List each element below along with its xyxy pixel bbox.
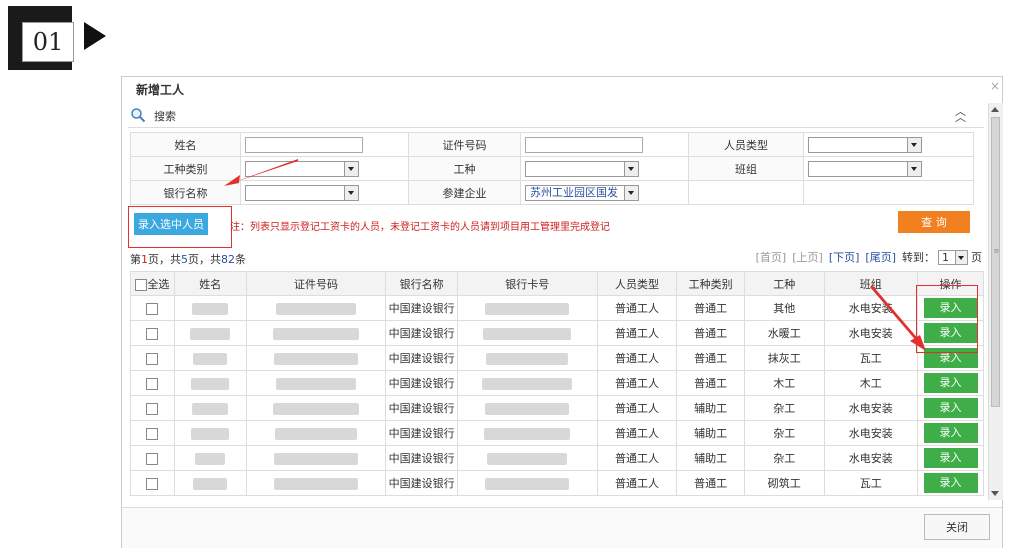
add-worker-dialog: 新增工人 × 搜索 ︿ ︿ 姓名 证件号码 人员类型 工种类别 工种 班组 银行… (121, 76, 1003, 548)
close-button[interactable]: 关闭 (924, 514, 990, 540)
annotation-arrow-head (224, 175, 240, 186)
dialog-content: 搜索 ︿ ︿ 姓名 证件号码 人员类型 工种类别 工种 班组 银行名称 参建企业… (128, 103, 984, 500)
play-arrow-icon (84, 22, 106, 50)
annotation-arrow-head (910, 335, 926, 351)
annotation-arrow (232, 159, 298, 183)
annotation-arrow (870, 285, 920, 343)
step-number: 01 (22, 22, 74, 62)
dialog-footer: 关闭 (122, 507, 1002, 548)
scroll-thumb[interactable]: ≡ (991, 117, 1000, 407)
vertical-scrollbar[interactable]: ≡ (988, 103, 1003, 500)
close-icon[interactable]: × (990, 79, 1000, 93)
step-badge: 01 (8, 6, 74, 70)
scroll-up-icon[interactable] (991, 107, 999, 112)
dialog-title: 新增工人 (136, 83, 185, 97)
annotation-arrows (224, 159, 926, 351)
scroll-down-icon[interactable] (991, 491, 999, 496)
